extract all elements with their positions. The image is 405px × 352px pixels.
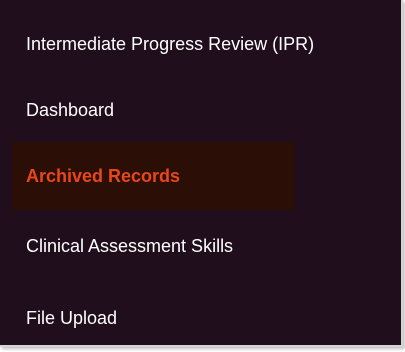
menu-item-clinical-assessment-skills[interactable]: Clinical Assessment Skills: [12, 212, 312, 280]
menu-item-label: Archived Records: [26, 165, 181, 186]
menu-item-label: File Upload: [26, 307, 118, 328]
menu-item-dashboard[interactable]: Dashboard: [12, 76, 292, 144]
menu-item-file-upload[interactable]: File Upload: [12, 284, 292, 352]
menu-item-archived-records[interactable]: Archived Records: [12, 142, 294, 210]
menu-item-label: Clinical Assessment Skills: [26, 235, 234, 256]
menu-item-label: Intermediate Progress Review (IPR): [26, 33, 315, 54]
navigation-menu: Intermediate Progress Review (IPR) Dashb…: [0, 0, 403, 347]
menu-item-intermediate-progress-review[interactable]: Intermediate Progress Review (IPR): [12, 10, 382, 78]
menu-item-label: Dashboard: [26, 99, 115, 120]
